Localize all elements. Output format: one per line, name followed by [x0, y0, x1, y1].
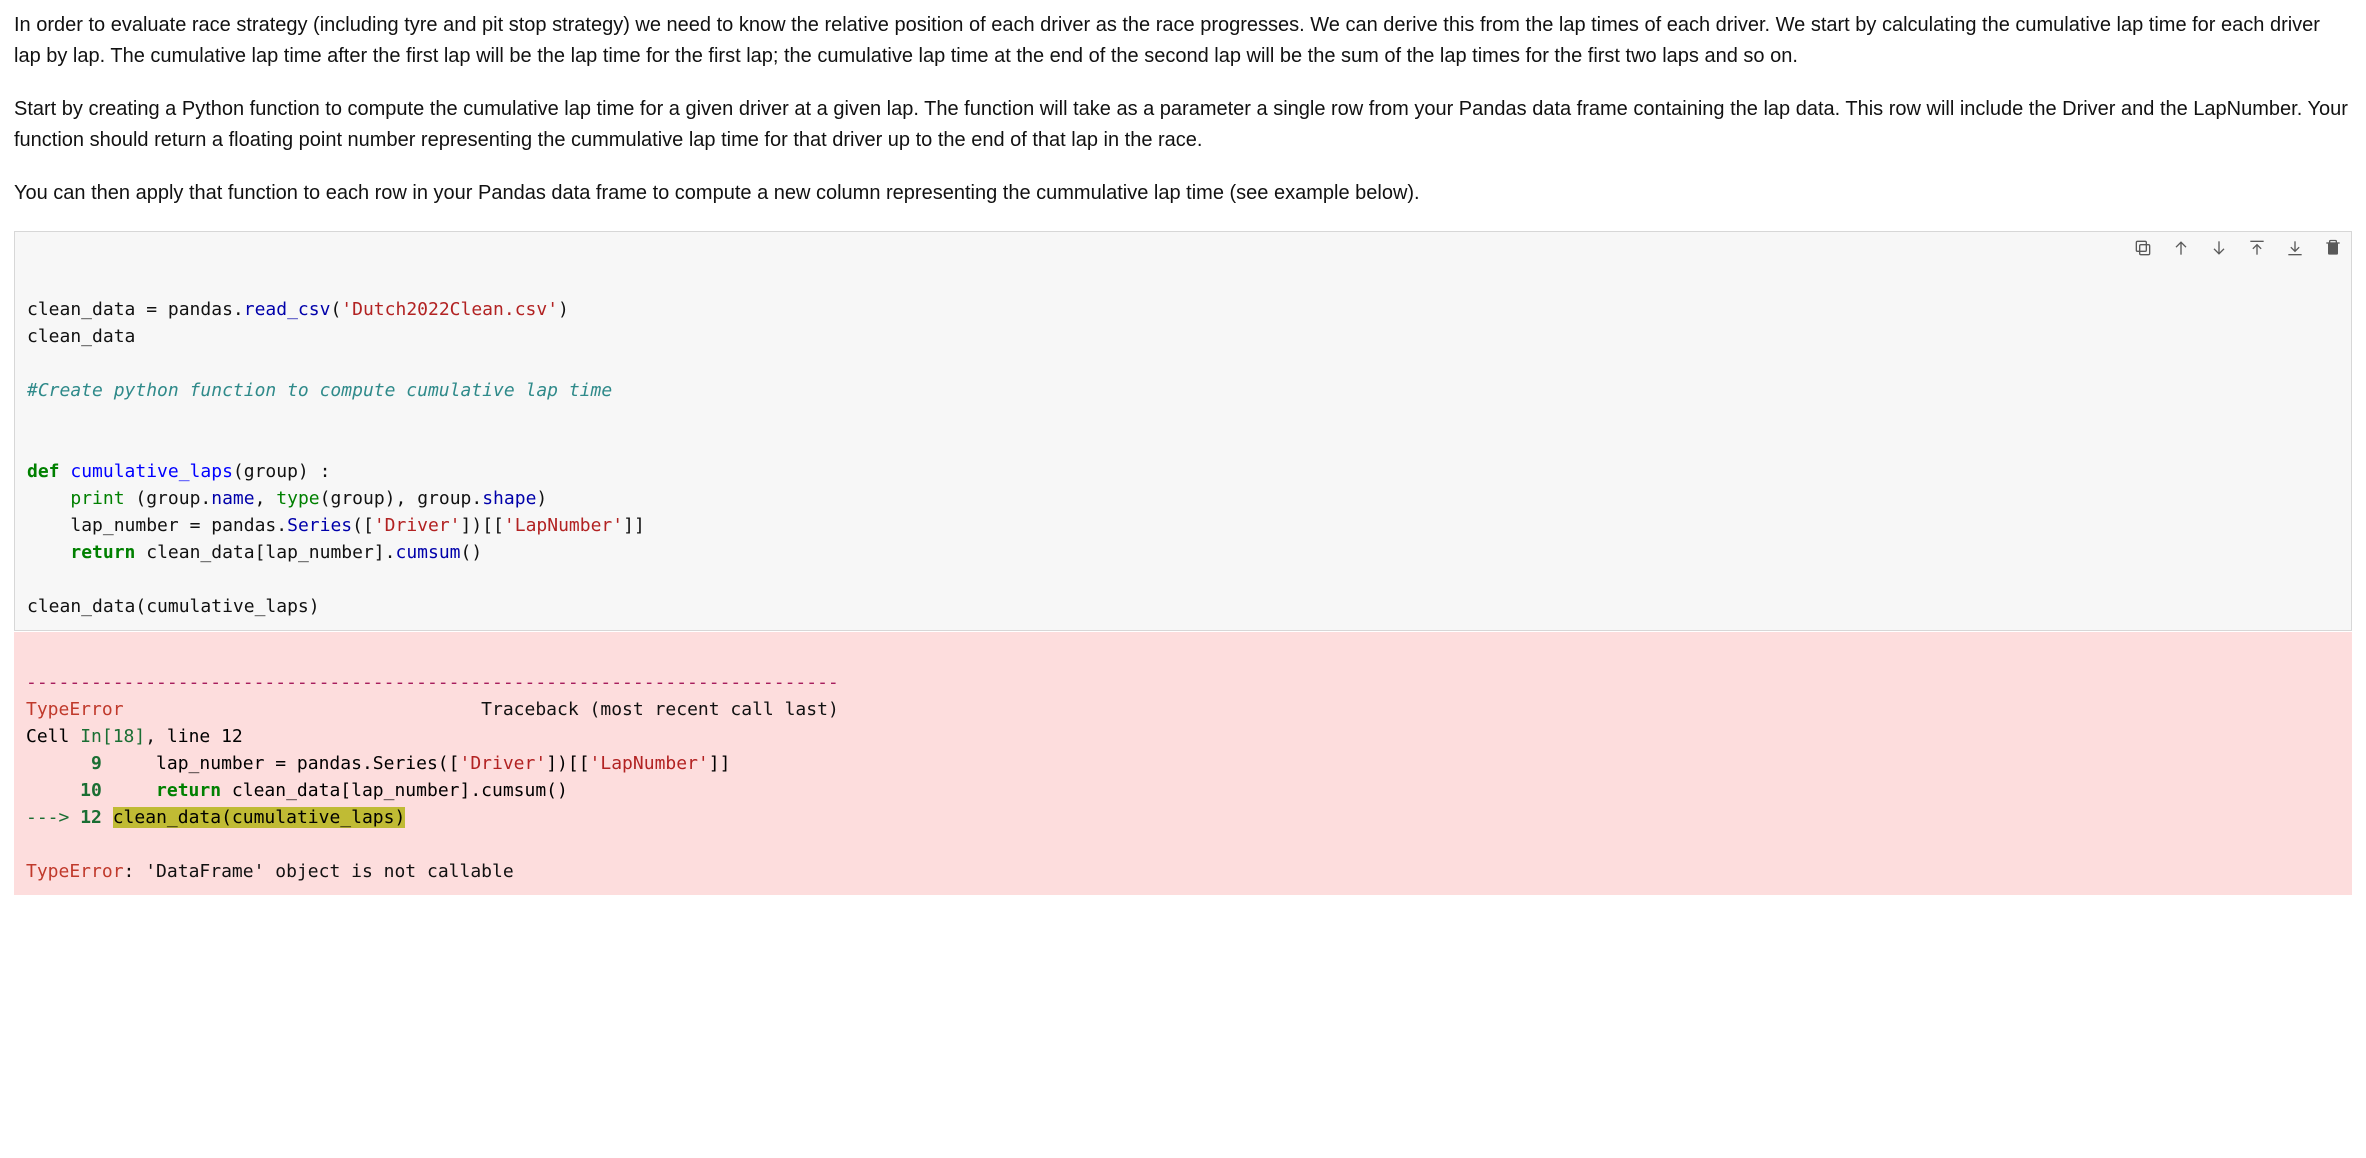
error-output: ----------------------------------------… [14, 631, 2352, 895]
code-line-12: clean_data(cumulative_laps) [27, 596, 320, 617]
traceback-line-9: 9 lap_number = pandas.Series(['Driver'])… [26, 753, 730, 774]
code-comment: #Create python function to compute cumul… [27, 380, 612, 401]
delete-icon[interactable] [2323, 238, 2343, 258]
paragraph-2: Start by creating a Python function to c… [14, 94, 2352, 156]
code-line-8: print (group.name, type(group), group.sh… [27, 488, 547, 509]
code-line-9: lap_number = pandas.Series(['Driver'])[[… [27, 515, 645, 536]
insert-below-icon[interactable] [2285, 238, 2305, 258]
code-cell-input[interactable]: clean_data = pandas.read_csv('Dutch2022C… [14, 231, 2352, 631]
traceback-line-12: ---> 12 clean_data(cumulative_laps) [26, 807, 405, 828]
insert-above-icon[interactable] [2247, 238, 2267, 258]
traceback-cell-ref: Cell In[18], line 12 [26, 726, 243, 747]
traceback-header: TypeError Traceback (most recent call la… [26, 699, 839, 720]
traceback-line-10: 10 return clean_data[lap_number].cumsum(… [26, 780, 568, 801]
traceback-final: TypeError: 'DataFrame' object is not cal… [26, 861, 514, 882]
move-up-icon[interactable] [2171, 238, 2191, 258]
code-line-2: clean_data [27, 326, 135, 347]
move-down-icon[interactable] [2209, 238, 2229, 258]
cell-toolbar [2133, 238, 2343, 258]
paragraph-1: In order to evaluate race strategy (incl… [14, 10, 2352, 72]
code-line-10: return clean_data[lap_number].cumsum() [27, 542, 482, 563]
traceback-sep: ----------------------------------------… [26, 672, 839, 693]
duplicate-icon[interactable] [2133, 238, 2153, 258]
markdown-cell: In order to evaluate race strategy (incl… [14, 10, 2352, 209]
paragraph-3: You can then apply that function to each… [14, 178, 2352, 209]
code-line-1: clean_data = pandas.read_csv('Dutch2022C… [27, 299, 569, 320]
code-line-7: def cumulative_laps(group) : [27, 461, 330, 482]
